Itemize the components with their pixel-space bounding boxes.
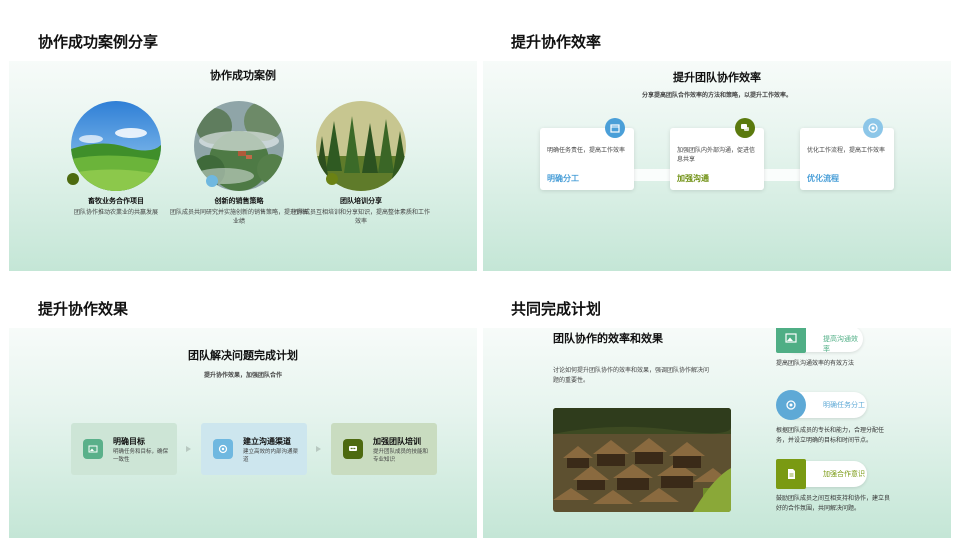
card-label: 优化流程 (807, 174, 839, 183)
feature-desc: 提高团队沟通效率的有效方法 (776, 360, 855, 367)
case-title: 创新的销售策略 (214, 197, 264, 205)
slide3-heading: 提升协作效果 (38, 300, 129, 318)
slide4-panel[interactable]: 团队协作的效率和效果 讨论如何提升团队协作的效率和效果，强调团队协作解决问题的重… (483, 328, 951, 538)
slide4-desc: 讨论如何提升团队协作的效率和效果，强调团队协作解决问题的重要性。 (553, 367, 710, 384)
connector-bar (763, 169, 803, 181)
step-desc: 明确任务和目标，确保一致性 (113, 449, 169, 463)
step-title: 加强团队培训 (373, 437, 421, 446)
case-title: 团队培训分享 (340, 197, 382, 205)
arrow-icon (316, 446, 321, 452)
step-title: 建立沟通渠道 (243, 437, 291, 446)
village-photo (553, 408, 731, 512)
chat-icon (343, 439, 363, 459)
step-desc: 建立高效的内部沟通渠道 (243, 449, 299, 463)
case-desc: 团队成员互相培训和分享知识，提高整体素质和工作效率 (291, 209, 430, 225)
target-icon (863, 118, 883, 138)
step-card[interactable]: 明确目标 明确任务和目标，确保一致性 (71, 423, 177, 475)
image-icon (776, 328, 806, 353)
document-icon (776, 459, 806, 489)
card-text: 优化工作流程，提高工作效率 (807, 147, 886, 154)
image-icon (83, 439, 103, 459)
slide1-title: 协作成功案例 (210, 69, 276, 82)
step-card[interactable]: 建立沟通渠道 建立高效的内部沟通渠道 (201, 423, 307, 475)
slide2-title: 提升团队协作效率 (673, 71, 761, 84)
calendar-icon (605, 118, 625, 138)
target-icon (213, 439, 233, 459)
case-title: 畜牧业务合作项目 (88, 197, 144, 205)
slide4-title: 团队协作的效率和效果 (553, 332, 663, 345)
feature-label: 明确任务分工 (823, 401, 865, 409)
step-card[interactable]: 加强团队培训 提升团队成员的技能和专业知识 (331, 423, 437, 475)
card-text: 加强团队内外部沟通，促进信息共享 (677, 147, 756, 163)
connector-bar (633, 169, 673, 181)
feature-label: 加强合作意识 (823, 470, 865, 478)
case-dot (67, 173, 79, 185)
feature-desc: 根据团队成员的专长和能力，合理分配任务，并设立明确的目标和时间节点。 (776, 427, 885, 444)
slide1-panel[interactable]: 协作成功案例 畜牧业务合作项目 团队协作推动农業业的共赢发展 创新的销售策略 团… (9, 61, 477, 271)
case-dot (206, 175, 218, 187)
step-title: 明确目标 (113, 437, 145, 446)
efficiency-card[interactable]: 优化工作流程，提高工作效率 优化流程 (800, 128, 894, 190)
feature-label: 提高沟通效率 (823, 335, 858, 353)
card-label: 明确分工 (547, 174, 579, 183)
card-text: 明确任务责任，提高工作效率 (547, 147, 626, 154)
step-desc: 提升团队成员的技能和专业知识 (373, 449, 429, 463)
efficiency-card[interactable]: 加强团队内外部沟通，促进信息共享 加强沟通 (670, 128, 764, 190)
grassland-image (71, 101, 161, 191)
arrow-icon (186, 446, 191, 452)
efficiency-card[interactable]: 明确任务责任，提高工作效率 明确分工 (540, 128, 634, 190)
chat-icon (735, 118, 755, 138)
slide2-heading: 提升协作效率 (511, 33, 602, 51)
slide2-panel[interactable]: 提升团队协作效率 分享提高团队合作效率的方法和策略，以提升工作效率。 明确任务责… (483, 61, 951, 271)
case-desc: 团队成员共同研究并实施创新的销售策略，提升销售业绩 (169, 209, 308, 225)
card-label: 加强沟通 (677, 174, 709, 183)
case-dot (326, 173, 338, 185)
slide3-subtitle: 提升协作效果，加强团队合作 (203, 372, 282, 379)
target-icon (776, 390, 806, 420)
slide4-heading: 共同完成计划 (511, 300, 602, 318)
slide3-panel[interactable]: 团队解决问题完成计划 提升协作效果，加强团队合作 明确目标 明确任务和目标，确保… (9, 328, 477, 538)
feature-desc: 鼓励团队成员之间互相支持和协作，建立良好的合作氛围，共同解决问题。 (776, 495, 891, 512)
slide1-heading: 协作成功案例分享 (38, 33, 159, 51)
slide2-subtitle: 分享提高团队合作效率的方法和策略，以提升工作效率。 (641, 92, 792, 99)
slide3-title: 团队解决问题完成计划 (188, 349, 298, 362)
case-desc: 团队协作推动农業业的共赢发展 (73, 209, 158, 216)
